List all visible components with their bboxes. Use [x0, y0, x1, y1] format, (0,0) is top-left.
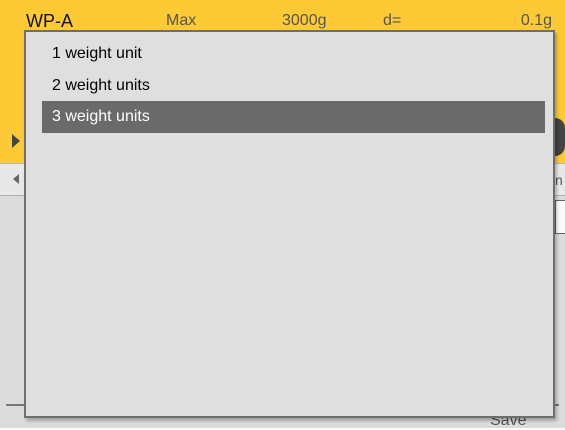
input-field[interactable]	[555, 200, 565, 234]
option-2-weight-units[interactable]: 2 weight units	[42, 70, 545, 102]
back-arrow-icon[interactable]	[13, 174, 19, 184]
max-label: Max	[166, 12, 197, 29]
readability-value: 0.1g	[520, 12, 552, 29]
option-3-weight-units[interactable]: 3 weight units	[42, 101, 545, 133]
scale-model: WP-A	[26, 11, 73, 31]
readability-label: d=	[383, 12, 402, 29]
max-capacity: 3000g	[282, 12, 327, 29]
play-arrow-icon	[12, 134, 20, 148]
weight-units-dropdown-list[interactable]: 1 weight unit 2 weight units 3 weight un…	[24, 30, 555, 418]
nav-title-fragment: n	[555, 172, 563, 188]
option-1-weight-unit[interactable]: 1 weight unit	[42, 38, 545, 70]
